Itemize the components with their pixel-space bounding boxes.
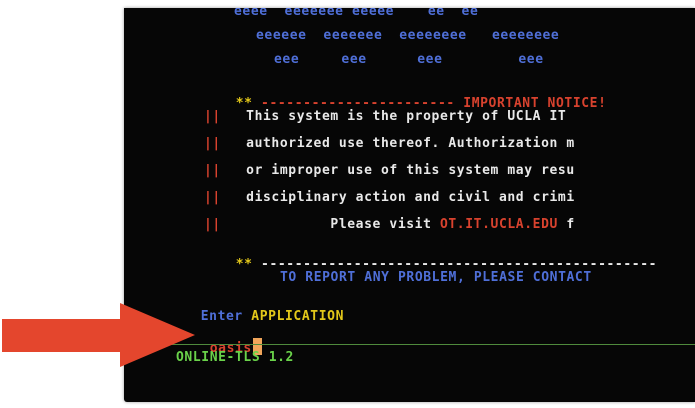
banner-row-3: eee eee eee eee [274,52,544,67]
notice-bar: || [204,163,221,178]
notice-text: or improper use of this system may resu [246,163,575,178]
notice-line-5: || Please visit OT.IT.UCLA.EDU f [204,218,575,232]
notice-bar: || [204,136,221,151]
notice-line-1: || This system is the property of UCLA I… [204,110,566,124]
banner-row-2: eeeeee eeeeeee eeeeeeee eeeeeeee [256,28,560,43]
notice-bottom-marker: ** [235,257,253,272]
notice-line-2: || authorized use thereof. Authorization… [204,137,575,151]
notice-line-3: || or improper use of this system may re… [204,164,575,178]
notice-line-4: || disciplinary action and civil and cri… [204,191,575,205]
application-label: APPLICATION [251,309,344,324]
enter-label: Enter [200,309,243,324]
input-underline [164,344,695,345]
notice-text: authorized use thereof. Authorization m [246,136,575,151]
notice-text: f [557,217,575,232]
terminal-screen: eeee eeeeeee eeeee ee ee eeeeee eeeeeee … [124,8,695,402]
report-line: TO REPORT ANY PROBLEM, PLEASE CONTACT [280,270,592,285]
notice-bar: || [204,217,221,232]
red-arrow-icon [2,303,195,367]
notice-bar: || [204,109,221,124]
notice-link[interactable]: OT.IT.UCLA.EDU [440,217,558,232]
banner-row-1: eeee eeeeeee eeeee ee ee [234,8,479,19]
notice-bar: || [204,190,221,205]
notice-text: disciplinary action and civil and crimi [246,190,575,205]
notice-text: This system is the property of UCLA IT [246,109,567,124]
notice-text: Please visit [330,217,440,232]
